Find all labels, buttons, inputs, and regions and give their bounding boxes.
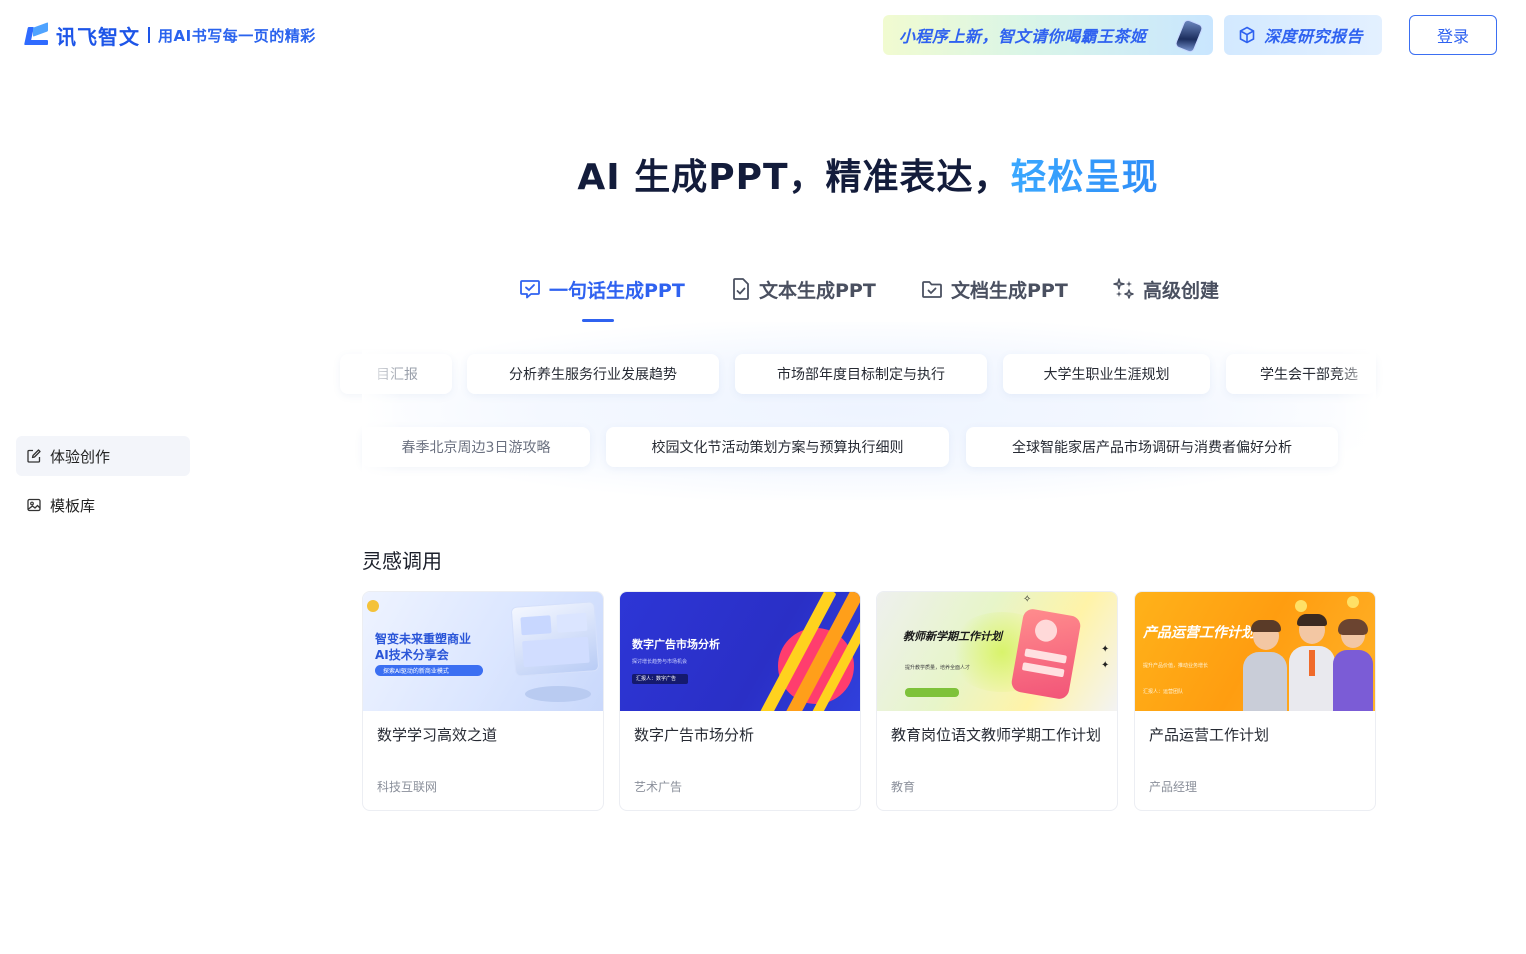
suggestion-chip[interactable]: 目汇报 xyxy=(340,354,452,394)
thumbnail-title: 教师新学期工作计划 xyxy=(903,630,1002,643)
card-thumbnail: 数字广告市场分析 探讨增长趋势与市场机会 汇报人：数字广告 xyxy=(620,592,860,711)
person-illustration xyxy=(1289,614,1335,711)
coin-illustration xyxy=(1295,600,1307,612)
suggestion-chip[interactable]: 全球智能家居产品市场调研与消费者偏好分析 xyxy=(966,427,1338,467)
tab-label: 文本生成PPT xyxy=(759,279,876,302)
tab-document-ppt[interactable]: 文档生成PPT xyxy=(920,274,1068,304)
brand-logo[interactable]: 讯飞智文 用AI书写每一页的精彩 xyxy=(24,20,316,50)
template-card[interactable]: 智变未来重塑商业 AI技术分享会 探索AI驱动的新商业模式 数学学习高效之道 科… xyxy=(362,591,604,811)
disc-illustration xyxy=(525,686,591,702)
thumbnail-tag xyxy=(905,688,959,697)
logo-divider xyxy=(148,27,150,43)
tea-cup-icon xyxy=(1174,18,1204,54)
logo-icon xyxy=(24,22,50,47)
logo-name: 讯飞智文 xyxy=(56,24,140,49)
hero-title: AI 生成PPT，精准表达，轻松呈现 xyxy=(0,148,1526,200)
card-name: 教育岗位语文教师学期工作计划 xyxy=(891,726,1102,744)
star-icon: ✦ xyxy=(1101,660,1110,671)
card-category: 艺术广告 xyxy=(634,780,683,794)
thumbnail-subtitle: 探索AI驱动的新商业模式 xyxy=(383,668,449,675)
suggestion-chip[interactable]: 校园文化节活动策划方案与预算执行细则 xyxy=(606,427,949,467)
top-header: 讯飞智文 用AI书写每一页的精彩 小程序上新，智文请你喝霸王茶姬 深度研究报告 … xyxy=(0,0,1526,70)
card-name: 数字广告市场分析 xyxy=(634,726,755,744)
inspiration-title: 灵感调用 xyxy=(362,549,442,573)
coin-illustration xyxy=(367,600,379,612)
sidebar-item-create[interactable]: 体验创作 xyxy=(16,436,190,476)
miniprogram-promo-banner[interactable]: 小程序上新，智文请你喝霸王茶姬 xyxy=(883,15,1213,55)
person-illustration xyxy=(1243,620,1287,711)
card-thumbnail: 教师新学期工作计划 提升教学质量，培养全面人才 ✦ ✦ ✧ xyxy=(877,592,1117,711)
template-card[interactable]: 产品运营工作计划 提升产品价值，推动业务增长 汇报人：运营团队 产品运营工作计划… xyxy=(1134,591,1376,811)
thumbnail-subtitle: 提升教学质量，培养全面人才 xyxy=(905,665,971,671)
suggestion-area xyxy=(362,322,1376,500)
tab-label: 文档生成PPT xyxy=(951,279,1068,302)
sidebar-item-label: 模板库 xyxy=(50,496,96,515)
suggestion-chip[interactable]: 春季北京周边3日游攻略 xyxy=(362,427,590,467)
suggestion-chip[interactable]: 大学生职业生涯规划 xyxy=(1003,354,1210,394)
thumbnail-title: AI技术分享会 xyxy=(375,648,449,662)
thumbnail-title: 智变未来重塑商业 xyxy=(375,632,472,646)
star-icon: ✧ xyxy=(1023,594,1032,605)
cube-icon xyxy=(1239,26,1255,44)
coin-illustration xyxy=(1347,596,1359,608)
thumbnail-tag: 汇报人：运营团队 xyxy=(1143,689,1184,695)
thumbnail-title: 数字广告市场分析 xyxy=(632,638,720,651)
sidebar-item-label: 体验创作 xyxy=(50,447,111,466)
card-name: 数学学习高效之道 xyxy=(377,726,498,744)
thumbnail-tag: 汇报人：数字广告 xyxy=(636,676,677,682)
deep-research-text: 深度研究报告 xyxy=(1264,27,1364,46)
tab-one-sentence-ppt[interactable]: 一句话生成PPT xyxy=(518,274,685,304)
hero-title-main: AI 生成PPT，精准表达， xyxy=(577,157,1011,198)
card-name: 产品运营工作计划 xyxy=(1149,726,1270,744)
suggestion-chip[interactable]: 市场部年度目标制定与执行 xyxy=(735,354,987,394)
login-button[interactable]: 登录 xyxy=(1409,15,1497,55)
template-card[interactable]: 数字广告市场分析 探讨增长趋势与市场机会 汇报人：数字广告 数字广告市场分析 艺… xyxy=(619,591,861,811)
suggestion-chip[interactable]: 学生会干部竞选 xyxy=(1226,354,1376,394)
logo-slogan: 用AI书写每一页的精彩 xyxy=(158,26,316,45)
thumbnail-title: 产品运营工作计划 xyxy=(1143,625,1255,641)
suggestion-chip[interactable]: 分析养生服务行业发展趋势 xyxy=(467,354,719,394)
file-check-icon xyxy=(733,278,749,300)
sidebar-item-templates[interactable]: 模板库 xyxy=(16,485,190,525)
edit-icon xyxy=(27,449,41,463)
hero-title-accent: 轻松呈现 xyxy=(1010,157,1159,198)
card-thumbnail: 智变未来重塑商业 AI技术分享会 探索AI驱动的新商业模式 xyxy=(363,592,603,711)
template-icon xyxy=(27,498,41,512)
thumbnail-subtitle: 探讨增长趋势与市场机会 xyxy=(632,659,688,665)
thumbnail-subtitle: 提升产品价值，推动业务增长 xyxy=(1143,663,1209,669)
deep-research-banner[interactable]: 深度研究报告 xyxy=(1224,15,1382,55)
card-thumbnail: 产品运营工作计划 提升产品价值，推动业务增长 汇报人：运营团队 xyxy=(1135,592,1375,711)
sparkle-icon xyxy=(1113,278,1134,299)
card-category: 教育 xyxy=(891,780,916,794)
tab-label: 高级创建 xyxy=(1143,279,1220,302)
tab-advanced-create[interactable]: 高级创建 xyxy=(1112,274,1219,304)
folder-check-icon xyxy=(922,281,942,298)
template-card[interactable]: 教师新学期工作计划 提升教学质量，培养全面人才 ✦ ✦ ✧ 教育岗位语文教师学期… xyxy=(876,591,1118,811)
card-category: 科技互联网 xyxy=(377,780,438,794)
tab-text-ppt[interactable]: 文本生成PPT xyxy=(730,274,876,304)
star-icon: ✦ xyxy=(1101,644,1110,655)
miniprogram-promo-text: 小程序上新，智文请你喝霸王茶姬 xyxy=(899,27,1147,46)
card-category: 产品经理 xyxy=(1149,780,1198,794)
tab-label: 一句话生成PPT xyxy=(549,279,685,302)
monitor-illustration xyxy=(510,601,600,677)
person-illustration xyxy=(1333,619,1373,711)
chat-check-icon xyxy=(520,280,540,299)
